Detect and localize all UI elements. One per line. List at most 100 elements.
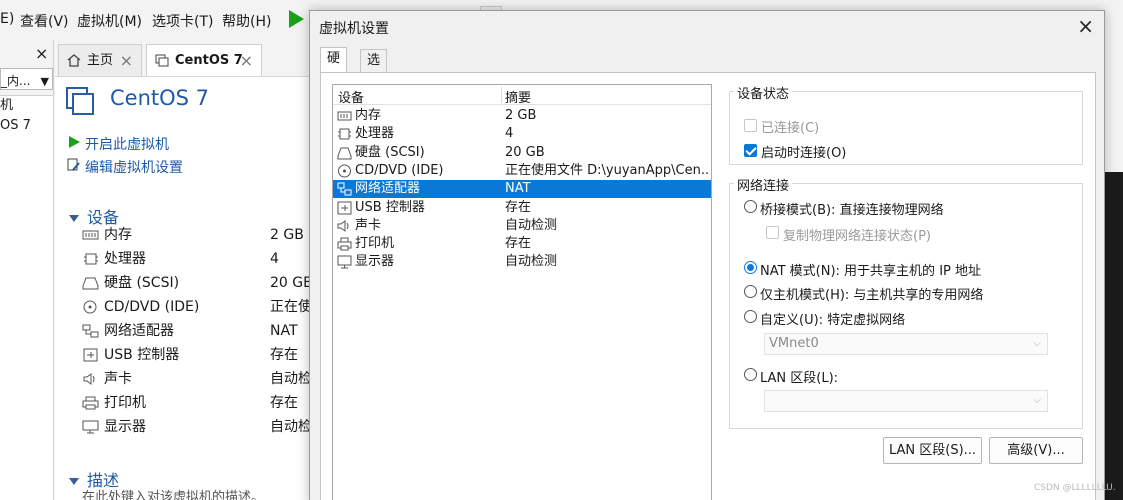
menu-tabs[interactable]: 选项卡(T) xyxy=(152,11,213,31)
device-row[interactable]: 声卡 自动检 xyxy=(82,368,322,390)
device-list-row[interactable]: 内存 2 GB xyxy=(333,107,711,125)
device-row[interactable]: 内存 2 GB xyxy=(82,224,322,246)
device-summary: 20 GB xyxy=(505,144,545,160)
menu-vm[interactable]: 虚拟机(M) xyxy=(77,11,142,31)
connected-label: 已连接(C) xyxy=(761,121,820,136)
device-list-row-selected[interactable]: 网络适配器 NAT xyxy=(333,180,711,199)
menu-help[interactable]: 帮助(H) xyxy=(222,11,271,31)
lan-segment-label[interactable]: LAN 区段(L): xyxy=(760,367,838,386)
bridged-label[interactable]: 桥接模式(B): 直接连接物理网络 xyxy=(760,199,944,218)
usb-icon xyxy=(83,348,98,362)
device-list-row[interactable]: 声卡 自动检测 xyxy=(333,217,711,235)
device-row[interactable]: 硬盘 (SCSI) 20 GB xyxy=(82,272,322,294)
device-list-row[interactable]: 硬盘 (SCSI) 20 GB xyxy=(333,144,711,162)
watermark: CSDN @LLLLLLLU. xyxy=(1034,483,1116,493)
nat-label[interactable]: NAT 模式(N): 用于共享主机的 IP 地址 xyxy=(760,260,981,279)
device-list-row[interactable]: 处理器 4 xyxy=(333,125,711,143)
tab-home-label: 主页 xyxy=(87,53,114,68)
device-name: 声卡 xyxy=(355,217,382,233)
tab-options[interactable]: 选项 xyxy=(360,49,388,90)
sound-icon xyxy=(337,219,349,232)
tab-hardware[interactable]: 硬件 xyxy=(320,47,348,88)
device-summary: 存在 xyxy=(505,236,532,252)
lan-segments-button[interactable]: LAN 区段(S)... xyxy=(883,437,982,464)
connect-at-power-on-label[interactable]: 启动时连接(O) xyxy=(761,142,846,161)
tree-item[interactable]: 机 xyxy=(0,96,53,116)
description-hint[interactable]: 在此处键入对该虚拟机的描述。 xyxy=(82,486,312,500)
device-row[interactable]: 显示器 自动检 xyxy=(82,416,322,438)
lan-segment-select: ⌵ xyxy=(764,390,1048,412)
device-name: 处理器 xyxy=(104,251,146,267)
connect-at-power-on-checkbox[interactable] xyxy=(744,144,757,157)
device-row[interactable]: CD/DVD (IDE) 正在使用 xyxy=(82,296,322,318)
usb-icon xyxy=(337,201,352,214)
edit-settings-link[interactable]: 编辑虚拟机设置 xyxy=(67,157,183,177)
connected-checkbox xyxy=(744,119,757,132)
menu-view[interactable]: 查看(V) xyxy=(20,11,69,31)
bridged-radio[interactable] xyxy=(744,200,757,213)
power-on-label: 开启此虚拟机 xyxy=(85,137,169,153)
close-icon[interactable]: × xyxy=(240,45,253,77)
device-list-row[interactable]: USB 控制器 存在 xyxy=(333,199,711,217)
cd-icon xyxy=(338,164,351,178)
host-only-radio[interactable] xyxy=(744,285,757,298)
dialog-title: 虚拟机设置 xyxy=(319,21,389,37)
background-window-edge xyxy=(1105,0,1123,172)
edit-settings-label: 编辑虚拟机设置 xyxy=(85,160,183,176)
vm-settings-dialog: 虚拟机设置 × 硬件 选项 设备 摘要 内存 2 GB 处理器 4 xyxy=(309,10,1105,500)
printer-icon xyxy=(337,237,352,251)
close-icon[interactable]: × xyxy=(120,45,133,77)
device-list-row[interactable]: 打印机 存在 xyxy=(333,235,711,253)
lan-segment-radio[interactable] xyxy=(744,368,757,381)
device-name: CD/DVD (IDE) xyxy=(104,299,200,315)
device-name: 显示器 xyxy=(355,254,395,270)
column-header-summary[interactable]: 摘要 xyxy=(505,87,531,106)
device-row[interactable]: 网络适配器 NAT xyxy=(82,320,322,342)
library-close-icon[interactable]: × xyxy=(35,44,48,63)
custom-radio[interactable] xyxy=(744,310,757,323)
collapse-icon xyxy=(69,215,79,222)
device-name: 内存 xyxy=(104,227,132,243)
host-only-label[interactable]: 仅主机模式(H): 与主机共享的专用网络 xyxy=(760,284,983,303)
device-list: 设备 摘要 内存 2 GB 处理器 4 硬盘 (SCSI) 20 GB CD/D… xyxy=(332,84,712,500)
column-header-device[interactable]: 设备 xyxy=(338,87,364,106)
cpu-icon xyxy=(84,253,98,265)
device-row[interactable]: 处理器 4 xyxy=(82,248,322,270)
nat-radio[interactable] xyxy=(744,261,757,274)
tab-centos-label: CentOS 7 xyxy=(175,53,243,68)
custom-network-value: VMnet0 xyxy=(769,336,819,351)
custom-network-select: VMnet0 ⌵ xyxy=(764,333,1048,355)
cd-icon xyxy=(83,300,97,314)
vm-icon xyxy=(155,54,169,67)
device-row[interactable]: USB 控制器 存在 xyxy=(82,344,322,366)
menu-edit[interactable]: E) xyxy=(0,11,14,27)
custom-label[interactable]: 自定义(U): 特定虚拟网络 xyxy=(760,309,905,328)
library-search-value: _内... xyxy=(1,74,31,88)
tab-home[interactable]: 主页 × xyxy=(58,44,142,76)
monitor-icon xyxy=(337,255,352,269)
disk-icon xyxy=(82,277,99,290)
device-list-row[interactable]: CD/DVD (IDE) 正在使用文件 D:\yuyanApp\Cen... xyxy=(333,162,711,180)
printer-icon xyxy=(82,396,99,410)
network-icon xyxy=(337,182,352,196)
device-summary: NAT xyxy=(505,181,531,197)
device-name: 内存 xyxy=(355,108,382,123)
device-summary: 自动检测 xyxy=(505,217,558,233)
chevron-down-icon: ⌵ xyxy=(1033,395,1041,406)
device-summary: 存在 xyxy=(505,199,532,215)
device-name: USB 控制器 xyxy=(104,347,180,363)
chevron-down-icon[interactable]: ▼ xyxy=(41,75,49,88)
replicate-state-label: 复制物理网络连接状态(P) xyxy=(783,229,931,244)
tree-item-centos[interactable]: OS 7 xyxy=(0,116,53,136)
close-icon[interactable]: × xyxy=(1077,14,1094,38)
device-row[interactable]: 打印机 存在 xyxy=(82,392,322,414)
power-on-link[interactable]: 开启此虚拟机 xyxy=(69,134,169,154)
advanced-button[interactable]: 高级(V)... xyxy=(989,437,1083,464)
power-on-icon[interactable] xyxy=(289,10,304,28)
tab-centos[interactable]: CentOS 7 × xyxy=(146,44,262,76)
device-list-header: 设备 摘要 xyxy=(333,85,711,106)
device-list-row[interactable]: 显示器 自动检测 xyxy=(333,253,711,271)
device-name: CD/DVD (IDE) xyxy=(355,162,444,178)
column-divider[interactable] xyxy=(501,87,502,103)
library-search-combo[interactable]: _内... ▼ xyxy=(0,68,53,90)
